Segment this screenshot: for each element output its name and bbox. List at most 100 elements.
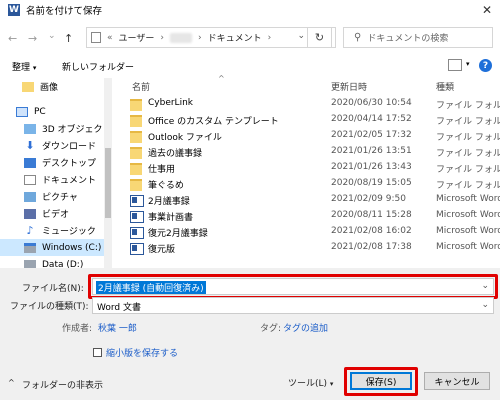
file-name: 復元版: [148, 245, 176, 255]
scrollbar-thumb[interactable]: [105, 148, 111, 218]
file-row[interactable]: 筆ぐるめ 2020/08/19 15:05 ファイル フォル: [126, 176, 500, 192]
save-form: ファイル名(N): 2月議事録 (自動回復済み) ⌄ ファイルの種類(T): W…: [0, 268, 500, 400]
filetype-value: Word 文書: [97, 303, 141, 313]
organize-button[interactable]: 整理 ▾: [12, 60, 36, 73]
sidebar-item-videos[interactable]: ビデオ: [0, 205, 111, 222]
file-row[interactable]: Outlook ファイル 2021/02/05 17:32 ファイル フォル: [126, 128, 500, 144]
pc-icon: [16, 106, 28, 117]
file-date: 2021/01/26 13:43: [331, 162, 412, 172]
help-button[interactable]: ?: [479, 59, 492, 72]
tag-add-link[interactable]: タグの追加: [283, 321, 328, 334]
sidebar-item-music[interactable]: ♪ ミュージック: [0, 222, 111, 239]
sidebar-item-pictures[interactable]: ピクチャ: [0, 188, 111, 205]
cancel-button[interactable]: キャンセル: [424, 372, 490, 390]
forward-arrow-icon[interactable]: →: [28, 32, 37, 45]
file-name: 仕事用: [148, 165, 176, 175]
close-icon[interactable]: ✕: [482, 3, 492, 17]
word-document-icon: [130, 227, 144, 239]
breadcrumb-username-blurred[interactable]: [169, 32, 192, 43]
file-date: 2020/06/30 10:54: [331, 98, 412, 108]
new-folder-button[interactable]: 新しいフォルダー: [62, 60, 134, 73]
desktop-icon: [24, 157, 36, 168]
tag-label: タグ:: [260, 324, 282, 334]
file-name: 復元2月議事録: [148, 229, 208, 239]
author-value[interactable]: 秋葉 一郎: [98, 321, 137, 334]
file-row[interactable]: Office のカスタム テンプレート 2020/04/14 17:52 ファイル …: [126, 112, 500, 128]
back-arrow-icon[interactable]: ←: [8, 32, 17, 45]
file-row[interactable]: 事業計画書 2020/08/11 15:28 Microsoft Word: [126, 208, 500, 224]
sidebar-item-data-d[interactable]: Data (D:): [0, 260, 111, 268]
file-date: 2021/02/05 17:32: [331, 130, 412, 140]
file-date: 2021/02/09 9:50: [331, 194, 406, 204]
sidebar-item-pictures-folder[interactable]: 画像: [0, 78, 111, 95]
file-type: Microsoft Word: [436, 194, 500, 204]
thumbnail-label[interactable]: 縮小版を保存する: [106, 346, 178, 359]
tools-button[interactable]: ツール(L) ▾: [288, 376, 333, 389]
documents-icon: [24, 174, 36, 185]
file-row[interactable]: 過去の議事録 2021/01/26 13:51 ファイル フォル: [126, 144, 500, 160]
hide-folders-button[interactable]: フォルダーの非表示: [22, 378, 103, 391]
sidebar-item-windows-c[interactable]: Windows (C:): [0, 239, 111, 256]
3d-objects-icon: [24, 123, 36, 134]
file-name: Outlook ファイル: [148, 133, 222, 143]
search-placeholder: ドキュメントの検索: [367, 34, 449, 44]
drive-icon: [24, 260, 36, 268]
thumbnail-checkbox[interactable]: [93, 348, 102, 357]
view-options-icon[interactable]: [448, 59, 462, 71]
sidebar-item-documents[interactable]: ドキュメント: [0, 171, 111, 188]
breadcrumb-documents[interactable]: ドキュメント: [208, 31, 262, 44]
save-highlight-box: [344, 367, 418, 396]
sidebar-item-3d-objects[interactable]: 3D オブジェクト: [0, 120, 111, 137]
address-overflow-chevron[interactable]: «: [107, 33, 113, 43]
folder-icon: [130, 131, 142, 143]
search-icon: ⚲: [354, 32, 362, 43]
address-bar[interactable]: « ユーザー › › ドキュメント › ⌄: [86, 27, 336, 48]
breadcrumb-users[interactable]: ユーザー: [119, 31, 155, 44]
navigation-pane: 画像 PC 3D オブジェクト ⬇ ダウンロード デスクトップ ドキュメント ピ…: [0, 78, 112, 268]
refresh-icon: ↻: [314, 31, 325, 44]
word-document-icon: [130, 243, 144, 255]
file-type: Microsoft Word: [436, 242, 500, 252]
file-name: 2月議事録: [148, 197, 190, 207]
command-toolbar: 整理 ▾ 新しいフォルダー ▾ ?: [0, 56, 500, 76]
filename-highlight-box: [88, 274, 498, 299]
video-icon: [24, 208, 36, 219]
window-title: 名前を付けて保存: [26, 6, 103, 17]
file-row[interactable]: 復元2月議事録 2021/02/08 16:02 Microsoft Word: [126, 224, 500, 240]
column-header-type[interactable]: 種類: [436, 80, 454, 93]
column-header-date[interactable]: 更新日時: [331, 80, 367, 93]
file-name: CyberLink: [148, 98, 193, 108]
sidebar-scrollbar[interactable]: [104, 78, 112, 268]
file-type: ファイル フォル: [436, 181, 500, 191]
folder-icon: [130, 163, 142, 175]
sidebar-item-pc[interactable]: PC: [0, 103, 111, 120]
search-input[interactable]: ⚲ ドキュメントの検索: [343, 27, 493, 48]
filetype-label: ファイルの種類(T):: [10, 302, 89, 312]
column-header-name[interactable]: 名前: [132, 80, 150, 93]
chevron-up-icon[interactable]: ^: [8, 378, 15, 387]
address-dropdown-icon[interactable]: ⌄: [297, 31, 305, 41]
filetype-select[interactable]: Word 文書 ⌄: [92, 297, 494, 314]
file-type: Microsoft Word: [436, 226, 500, 236]
filename-label: ファイル名(N):: [22, 284, 84, 294]
sidebar-item-desktop[interactable]: デスクトップ: [0, 154, 111, 171]
refresh-button[interactable]: ↻: [307, 27, 332, 48]
file-row[interactable]: CyberLink 2020/06/30 10:54 ファイル フォル: [126, 96, 500, 112]
word-app-icon: W: [8, 4, 20, 16]
file-row[interactable]: 復元版 2021/02/08 17:38 Microsoft Word: [126, 240, 500, 256]
file-type: ファイル フォル: [436, 165, 500, 175]
folder-icon: [130, 179, 142, 191]
sidebar-item-downloads[interactable]: ⬇ ダウンロード: [0, 137, 111, 154]
file-date: 2021/01/26 13:51: [331, 146, 412, 156]
breadcrumb-separator: ›: [197, 32, 202, 43]
up-arrow-icon[interactable]: ↑: [64, 32, 73, 45]
file-row[interactable]: 2月議事録 2021/02/09 9:50 Microsoft Word: [126, 192, 500, 208]
view-dropdown-icon[interactable]: ▾: [466, 60, 470, 68]
filetype-dropdown-icon[interactable]: ⌄: [481, 300, 489, 310]
file-row[interactable]: 仕事用 2021/01/26 13:43 ファイル フォル: [126, 160, 500, 176]
file-name: 過去の議事録: [148, 149, 203, 159]
recent-locations-icon[interactable]: ⌄: [48, 31, 56, 41]
file-date: 2020/08/11 15:28: [331, 210, 412, 220]
file-type: ファイル フォル: [436, 133, 500, 143]
file-date: 2021/02/08 16:02: [331, 226, 412, 236]
